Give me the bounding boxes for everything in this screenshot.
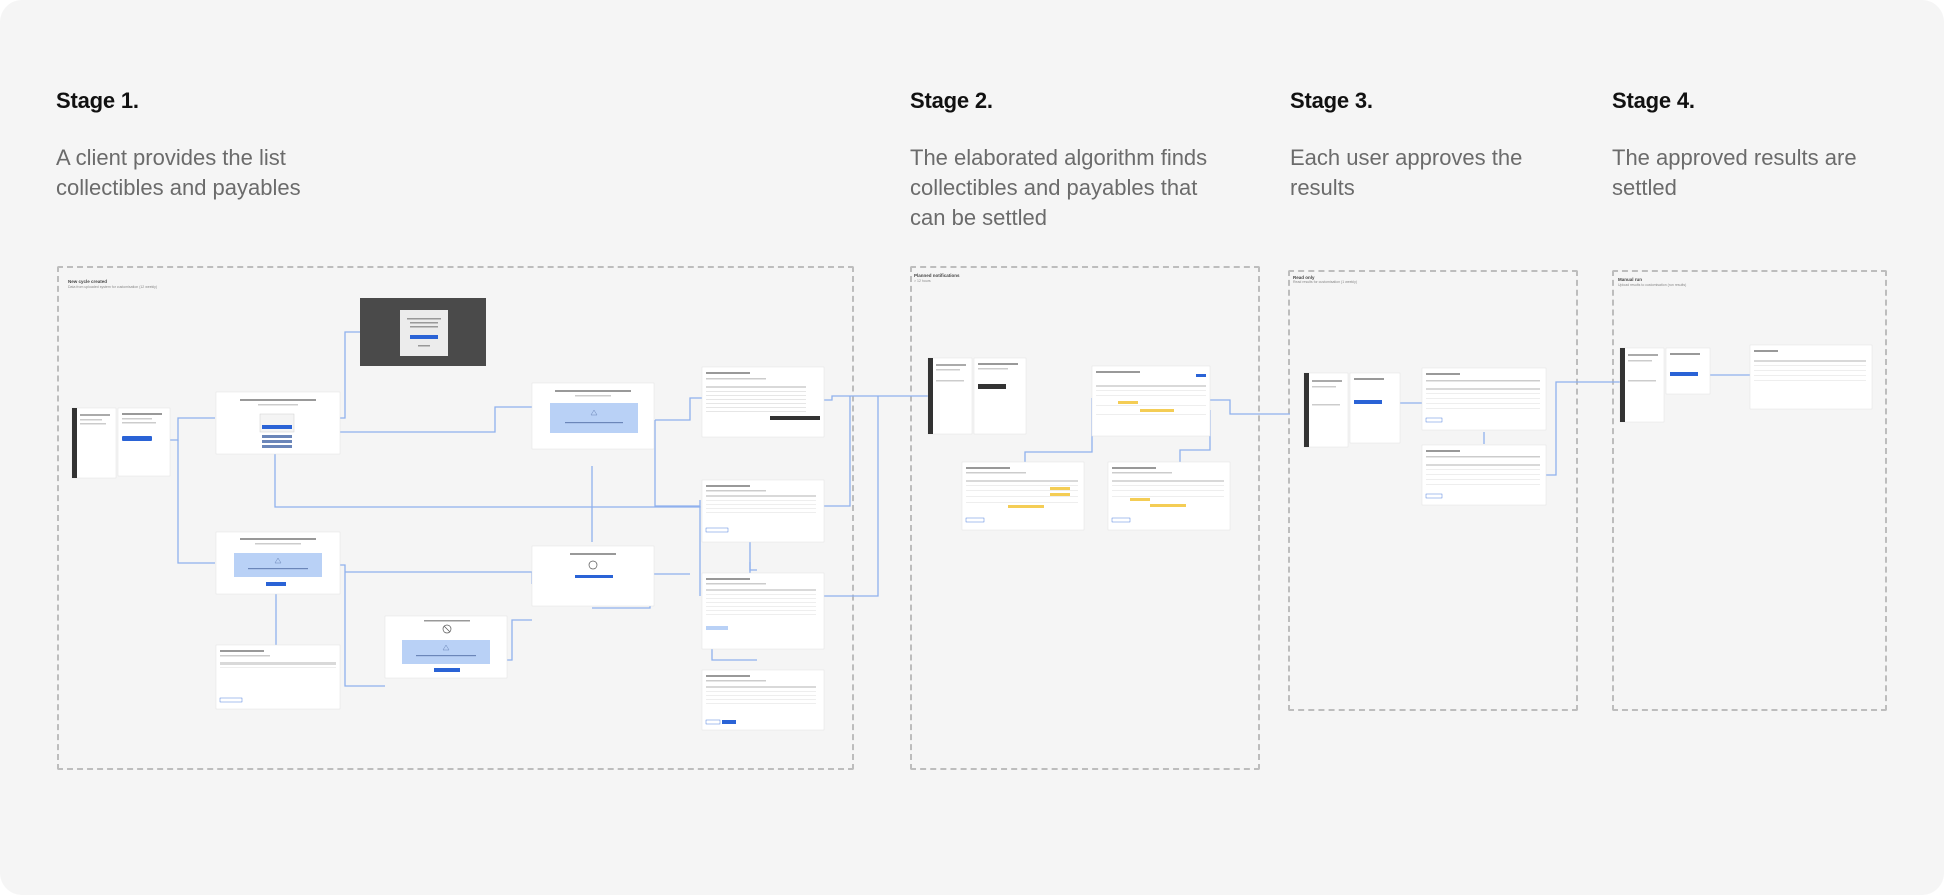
sidebar: [72, 408, 77, 478]
stage4-result-table: [1749, 344, 1873, 410]
stage1-table-card-b: [701, 479, 825, 543]
highlight: [1150, 504, 1186, 507]
connector: [820, 395, 930, 401]
connector: [345, 571, 533, 584]
stage4-start-screen: [1619, 347, 1711, 423]
highlight: [1118, 401, 1138, 404]
upload-button: [122, 436, 152, 441]
stage1-error-card: [215, 531, 341, 595]
run-button: [978, 384, 1006, 389]
connector: [820, 396, 851, 507]
stage1-table-card-c: [701, 572, 825, 650]
approve-button: [1354, 400, 1382, 404]
connector: [340, 406, 532, 433]
stage2-table-right: [1107, 461, 1231, 531]
info-block: [234, 553, 322, 577]
stage1-table-card-d: [701, 669, 825, 731]
connector: [177, 440, 215, 564]
connector: [169, 417, 215, 441]
sidebar: [928, 358, 933, 434]
stage1-table-card-a: [701, 366, 825, 438]
highlight: [1008, 505, 1044, 508]
highlight: [1050, 493, 1070, 496]
highlight: [1130, 498, 1150, 501]
info-block: [402, 640, 490, 664]
highlight: [1050, 487, 1070, 490]
stage1-table-card-bottom: [215, 644, 341, 710]
sidebar: [1304, 373, 1309, 447]
stage1-start-screen: [71, 407, 171, 479]
connector: [340, 331, 360, 419]
stage1-dark-modal: [360, 298, 486, 366]
stage1-blocked-card: [384, 615, 508, 679]
connector: [655, 397, 702, 421]
stage3-start-screen: [1303, 372, 1401, 448]
info-block: [550, 403, 638, 433]
stage1-success-card: [531, 545, 655, 607]
connector: [1024, 398, 1093, 462]
stage3-table-bottom: [1421, 444, 1547, 506]
diagram-canvas: Stage 1. A client provides the list coll…: [0, 0, 1944, 895]
sidebar: [1620, 348, 1625, 422]
connector: [1210, 399, 1290, 415]
stage3-table-top: [1421, 367, 1547, 431]
settle-button: [1670, 372, 1698, 376]
stage2-start-screen: [927, 357, 1027, 435]
stage2-table-left: [961, 461, 1085, 531]
connector: [1542, 381, 1620, 476]
stage2-result-table: [1091, 365, 1211, 437]
highlight: [1140, 409, 1174, 412]
stage1-info-card-top: [531, 382, 655, 450]
connector: [654, 420, 700, 507]
connector: [820, 396, 879, 597]
flow-diagram: [71, 298, 1873, 731]
stage1-upload-card: [215, 391, 341, 455]
